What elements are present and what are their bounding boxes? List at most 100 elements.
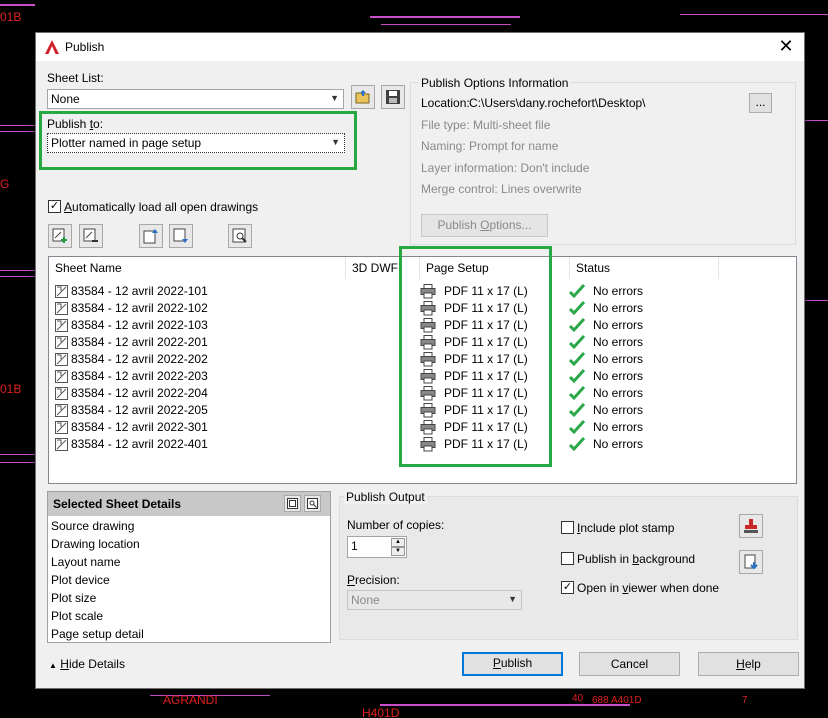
details-options-button[interactable] — [304, 495, 321, 512]
auto-load-label: Automatically load all open drawings — [64, 200, 258, 214]
title-bar[interactable]: Publish ✕ — [36, 33, 804, 61]
copies-value: 1 — [351, 539, 358, 553]
status-cell: No errors — [593, 403, 644, 417]
stamp-icon — [744, 519, 758, 533]
cad-line — [0, 462, 35, 463]
sheet-name-cell: 83584 - 12 avril 2022-204 — [71, 386, 208, 400]
sheet-list-label: Sheet List: — [47, 71, 104, 85]
sheet-name-cell: 83584 - 12 avril 2022-205 — [71, 403, 208, 417]
spin-down-icon[interactable]: ▼ — [391, 547, 405, 556]
detail-source-drawing: Source drawing — [51, 519, 135, 533]
copy-details-button[interactable] — [284, 495, 301, 512]
move-sheet-down-button[interactable] — [169, 224, 193, 248]
precision-label: Precision: — [347, 573, 400, 587]
status-cell: No errors — [593, 386, 644, 400]
preview-button[interactable] — [228, 224, 252, 248]
background-settings-button[interactable] — [739, 550, 763, 574]
column-status[interactable]: Status — [570, 257, 719, 279]
label-text: elp — [744, 657, 761, 671]
open-viewer-checkbox[interactable]: ✓ — [561, 581, 574, 594]
label-text: utomatically load all open drawings — [72, 200, 259, 214]
sheet-layout-icon — [55, 336, 68, 349]
magnifier-icon — [232, 228, 247, 243]
auto-load-checkbox[interactable]: ✓ — [48, 200, 61, 213]
spin-up-icon[interactable]: ▲ — [391, 538, 405, 547]
publish-dialog: Publish ✕ Sheet List: None ▼ Publish to:… — [35, 32, 805, 689]
add-sheets-button[interactable] — [48, 224, 72, 248]
publish-options-button[interactable]: Publish Options... — [421, 214, 548, 237]
background-checkbox[interactable] — [561, 552, 574, 565]
column-sheet-name[interactable]: Sheet Name — [49, 257, 346, 279]
move-up-icon — [143, 229, 158, 244]
chevron-down-icon: ▼ — [330, 93, 339, 103]
checkmark-icon — [569, 335, 585, 350]
label-mnemonic: H — [736, 657, 745, 671]
sheet-layout-icon — [55, 421, 68, 434]
sheet-name-cell: 83584 - 12 avril 2022-101 — [71, 284, 208, 298]
status-cell: No errors — [593, 437, 644, 451]
cad-label: G — [0, 177, 10, 191]
plot-stamp-settings-button[interactable] — [739, 514, 763, 538]
label-text: Publish in — [577, 552, 633, 566]
save-disk-icon — [386, 90, 400, 104]
sheet-layout-icon — [55, 438, 68, 451]
autocad-logo-icon — [45, 40, 59, 54]
label-text: iewer when done — [628, 581, 720, 595]
checkmark-icon — [569, 437, 585, 452]
cad-label: 7 — [742, 695, 748, 706]
cancel-button[interactable]: Cancel — [579, 652, 680, 676]
sheet-layout-icon — [55, 302, 68, 315]
cad-label: 688 — [592, 695, 609, 706]
status-cell: No errors — [593, 369, 644, 383]
cad-label: 40 — [572, 693, 584, 704]
selected-sheet-details: Selected Sheet Details Source drawing Dr… — [47, 491, 331, 643]
remove-sheets-button[interactable] — [79, 224, 103, 248]
status-cell: No errors — [593, 352, 644, 366]
copies-spinner[interactable]: 1 ▲ ▼ — [347, 536, 407, 558]
cad-line — [805, 120, 828, 121]
publish-to-label: Publish to: — [47, 117, 103, 131]
checkmark-icon — [569, 403, 585, 418]
move-down-icon — [173, 228, 188, 243]
chevron-down-icon: ▼ — [331, 137, 340, 147]
label-text: ptions... — [489, 218, 532, 232]
plot-stamp-label: Include plot stamp — [577, 521, 674, 535]
cad-label: A401D — [611, 695, 642, 706]
label-mnemonic: H — [60, 657, 69, 671]
move-sheet-up-button[interactable] — [139, 224, 163, 248]
precision-select[interactable]: None ▼ — [347, 590, 522, 610]
status-cell: No errors — [593, 284, 644, 298]
checkmark-icon — [569, 386, 585, 401]
close-button[interactable]: ✕ — [776, 36, 796, 56]
label-text: Open in — [577, 581, 623, 595]
detail-plot-device: Plot device — [51, 573, 110, 587]
publish-button[interactable]: Publish — [462, 652, 563, 676]
status-cell: No errors — [593, 318, 644, 332]
publish-to-select[interactable]: Plotter named in page setup ▼ — [47, 133, 345, 153]
checkmark-icon — [569, 284, 585, 299]
help-button[interactable]: Help — [698, 652, 799, 676]
sheet-name-cell: 83584 - 12 avril 2022-102 — [71, 301, 208, 315]
save-sheet-list-button[interactable] — [381, 85, 405, 109]
chevron-down-icon: ▼ — [508, 594, 517, 604]
hide-details-toggle[interactable]: ▲ Hide Details — [49, 657, 125, 671]
sheet-layout-icon — [55, 387, 68, 400]
plot-stamp-checkbox[interactable] — [561, 521, 574, 534]
label-mnemonic: P — [347, 573, 356, 587]
label-text: nclude plot stamp — [580, 521, 675, 535]
sheet-layout-icon — [55, 319, 68, 332]
browse-location-button[interactable]: ... — [749, 93, 772, 113]
status-cell: No errors — [593, 301, 644, 315]
label-text: recision: — [355, 573, 400, 587]
remove-sheet-icon — [83, 228, 98, 242]
sheet-list-select[interactable]: None ▼ — [47, 89, 344, 109]
cad-line — [0, 4, 35, 6]
background-label: Publish in background — [577, 552, 695, 566]
cad-line — [805, 300, 828, 301]
status-cell: No errors — [593, 335, 644, 349]
add-sheet-icon — [52, 228, 67, 243]
sheet-name-cell: 83584 - 12 avril 2022-203 — [71, 369, 208, 383]
publish-output-heading: Publish Output — [344, 490, 427, 504]
load-sheet-list-button[interactable] — [351, 85, 375, 109]
folder-open-icon — [355, 90, 370, 104]
